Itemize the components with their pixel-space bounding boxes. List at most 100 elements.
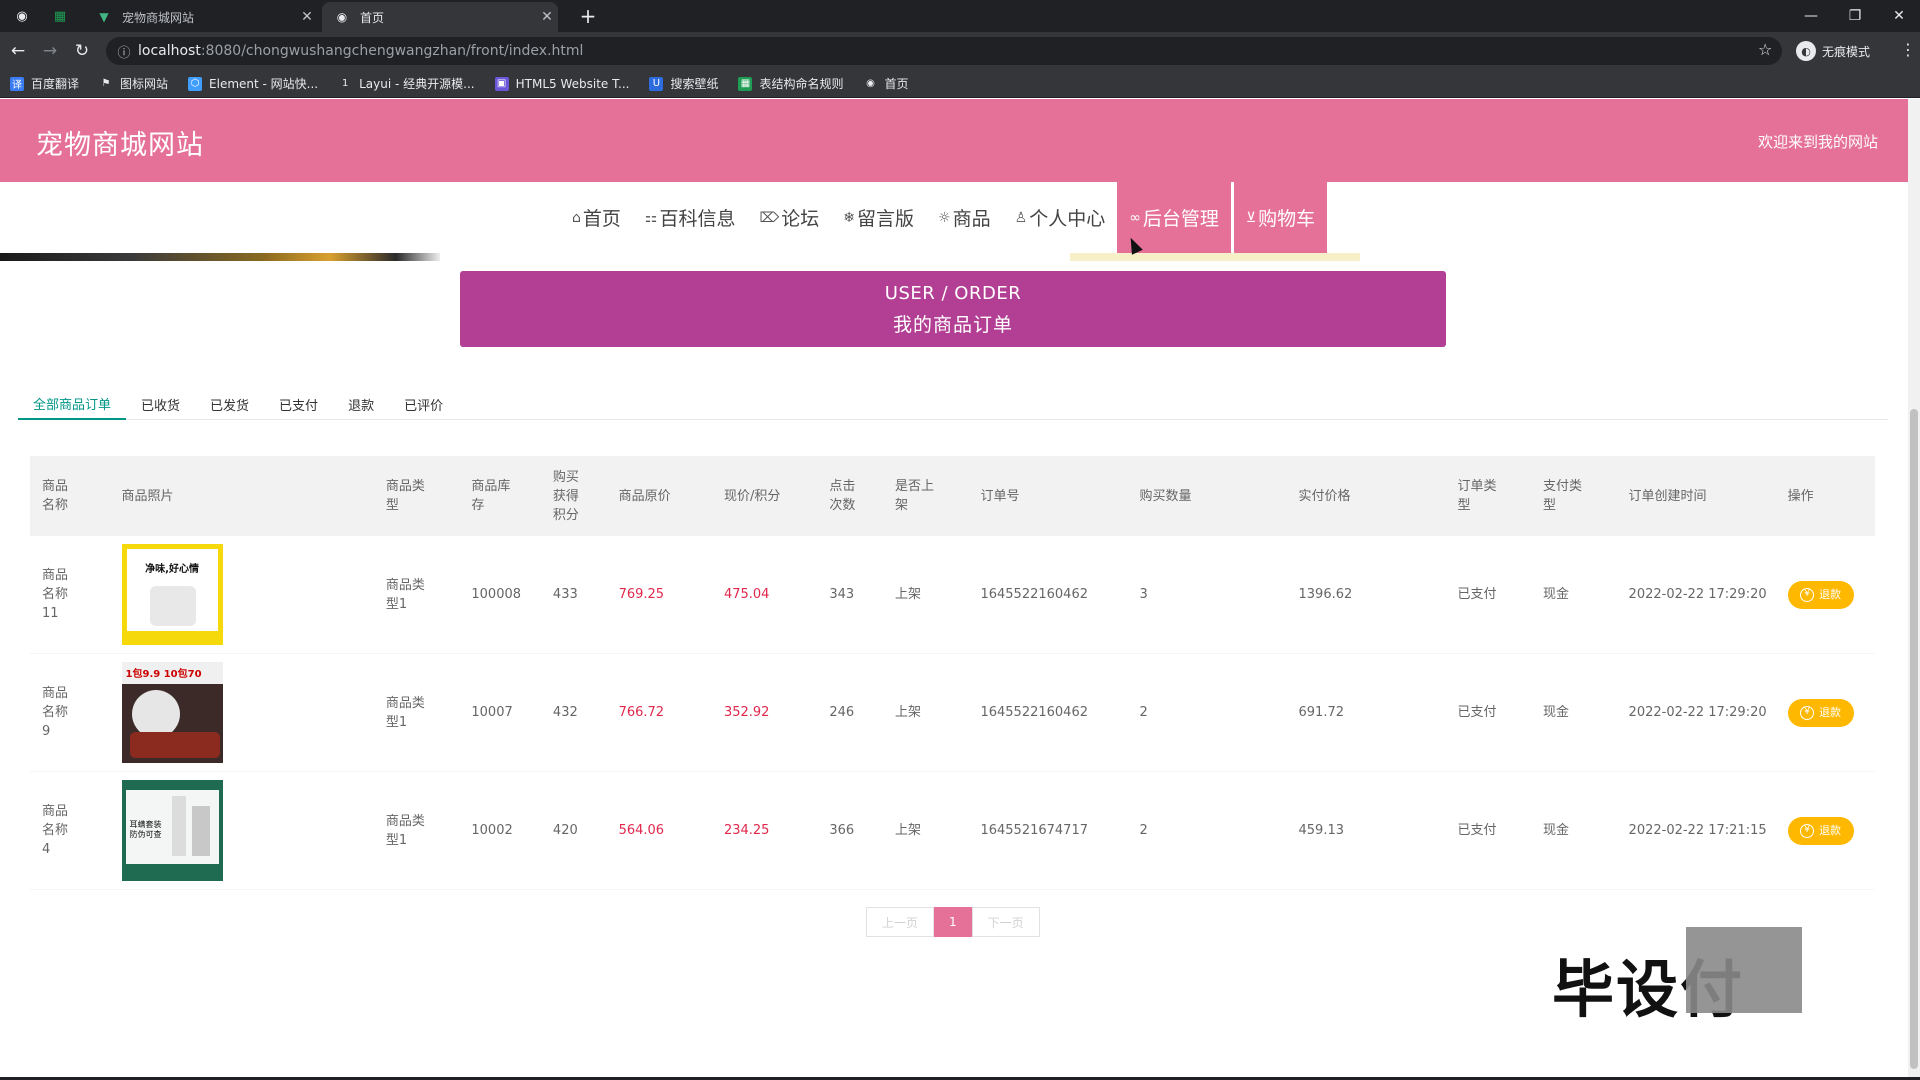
header-created: 订单创建时间 [1628,488,1707,504]
tab-shipped[interactable]: 已发货 [195,388,264,420]
tab-refund[interactable]: 退款 [333,388,389,420]
address-bar[interactable]: ⓘ localhost:8080/chongwushangchengwangzh… [106,37,1782,65]
cell-order-no: 1645522160462 [980,705,1088,720]
product-image[interactable]: 净味,好心情 [121,544,223,645]
refund-icon: ¥ [1800,823,1815,838]
bookmark-item[interactable]: U 搜索壁纸 [649,75,718,92]
translate-icon: 译 [10,76,24,91]
browser-tab-bar: ◉ ▦ ▼ 宠物商城网站 ✕ ◉ 首页 ✕ + — ❐ ✕ [0,0,1920,32]
cell-listed: 上架 [894,823,921,838]
bookmark-item[interactable]: ▣ HTML5 Website T... [494,76,630,91]
nav-item-encyclopedia[interactable]: ⚏ 百科信息 [633,182,748,253]
cell-listed: 上架 [894,587,921,602]
cell-pay-type: 现金 [1543,823,1570,838]
bookmark-item[interactable]: ⬡ Element - 网站快... [188,75,318,92]
nav-label: 百科信息 [659,208,736,230]
tab-reviewed[interactable]: 已评价 [389,388,458,420]
info-icon[interactable]: ⓘ [110,42,138,61]
nav-item-forum[interactable]: ⌦ 论坛 [747,182,831,253]
tab-paid[interactable]: 已支付 [264,388,333,420]
cell-qty: 3 [1139,587,1148,602]
watermark-blur-mask [1686,927,1802,1013]
refund-button[interactable]: ¥ 退款 [1787,698,1854,727]
bookmark-item[interactable]: ▦ 表结构命名规则 [738,75,843,92]
cell-paid: 459.13 [1298,823,1345,838]
bookmark-item[interactable]: ◉ 首页 [863,75,908,92]
next-page-button[interactable]: 下一页 [971,907,1040,937]
browser-toolbar: ← → ↻ ⓘ localhost:8080/chongwushangcheng… [0,32,1920,70]
window-close-icon[interactable]: ✕ [1884,4,1914,28]
nav-label: 个人中心 [1029,208,1106,230]
cell-listed: 上架 [894,705,921,720]
browser-menu-icon[interactable]: ⋮ [1900,40,1916,59]
home-icon: ⌂ [572,209,581,226]
cell-action: ¥ 退款 [1776,580,1875,609]
table-row: 商品 名称 9 1包9.9 10包70 商品类 型1 10007 432 766.72… [30,654,1875,772]
cell-action: ¥ 退款 [1776,816,1875,845]
nav-item-home[interactable]: ⌂ 首页 [560,182,633,253]
cart-icon: ⊻ [1245,209,1257,226]
cell-points: 432 [552,705,578,720]
nav-item-products[interactable]: ☼ 商品 [926,182,1003,253]
bookmark-star-icon[interactable]: ☆ [1758,40,1772,59]
scrollbar-thumb[interactable] [1910,409,1918,1069]
tab-all-orders[interactable]: 全部商品订单 [18,388,127,420]
order-status-tabs: 全部商品订单 已收货 已发货 已支付 退款 已评价 [18,388,1888,420]
globe-favicon-icon: ◉ [336,10,348,24]
cell-photo: 耳螨套装 防伪可查 [110,780,374,881]
cell-created: 2022-02-22 17:29:20 [1628,587,1767,602]
reload-icon[interactable]: ↻ [70,39,94,63]
nav-item-profile[interactable]: ♙ 个人中心 [1003,182,1118,253]
bookmark-item[interactable]: 1 Layui - 经典开源模... [338,75,475,92]
cell-stock: 10002 [471,823,513,838]
new-tab-button[interactable]: + [576,4,600,28]
header-listed: 是否上架 [894,479,934,513]
back-arrow-icon[interactable]: ← [6,39,30,63]
page-scrollbar[interactable] [1908,99,1920,1077]
bookmark-item[interactable]: 译百度翻译 [10,75,79,92]
nav-item-cart[interactable]: ⊻ 购物车 [1233,182,1328,253]
bookmark-label: 表结构命名规则 [759,77,844,91]
cell-price: 234.25 [723,823,770,838]
cell-type: 商品类 型1 [385,577,425,612]
prev-page-button[interactable]: 上一页 [866,907,935,937]
header-points: 购买 获得 积分 [552,469,579,523]
cell-action: ¥ 退款 [1776,698,1875,727]
page-title-banner: USER / ORDER 我的商品订单 [460,271,1446,347]
incognito-indicator[interactable]: ◐ 无痕模式 [1796,40,1870,62]
site-title[interactable]: 宠物商城网站 [36,123,204,162]
refund-button[interactable]: ¥ 退款 [1787,816,1854,845]
close-icon[interactable]: ✕ [536,9,558,25]
cell-name: 商品 名称 11 [42,568,69,621]
product-image[interactable]: 1包9.9 10包70 [121,662,223,763]
table-row: 商品 名称 11 净味,好心情 商品类 型1 100008 433 769.25 47… [30,536,1875,654]
apps-icon: ⚏ [644,209,658,226]
sheet-icon: ▦ [738,76,753,91]
bookmark-label: HTML5 Website T... [515,76,630,91]
header-pay-type: 支付类型 [1543,479,1583,513]
bookmark-label: Layui - 经典开源模... [359,77,475,91]
tab-site[interactable]: ▼ 宠物商城网站 ✕ [84,2,318,32]
minimize-icon[interactable]: — [1796,4,1826,28]
refund-button[interactable]: ¥ 退款 [1787,580,1854,609]
nav-item-guestbook[interactable]: ❄ 留言版 [831,182,926,253]
product-image-caption: 1包9.9 10包70 [125,669,202,680]
header-photo: 商品照片 [121,488,174,504]
refund-label: 退款 [1819,706,1842,719]
pinned-tab-globe-icon[interactable]: ◉ [12,6,32,26]
product-image[interactable]: 耳螨套装 防伪可查 [121,780,223,881]
tab-home[interactable]: ◉ 首页 ✕ [322,2,558,32]
forward-arrow-icon[interactable]: → [38,39,62,63]
page-title-en: USER / ORDER [884,283,1022,304]
pinned-tab-sheet-icon[interactable]: ▦ [50,6,70,26]
close-icon[interactable]: ✕ [296,9,318,25]
header-order-no: 订单号 [980,488,1020,504]
tab-received[interactable]: 已收货 [126,388,195,420]
cell-original-price: 564.06 [618,823,665,838]
header-stock: 商品库存 [471,479,511,513]
restore-icon[interactable]: ❐ [1840,4,1870,28]
page-number-button[interactable]: 1 [934,907,972,937]
cell-paid: 691.72 [1298,705,1345,720]
bookmark-item[interactable]: ⚑ 图标网站 [99,75,169,92]
cell-order-type: 已支付 [1457,823,1497,838]
